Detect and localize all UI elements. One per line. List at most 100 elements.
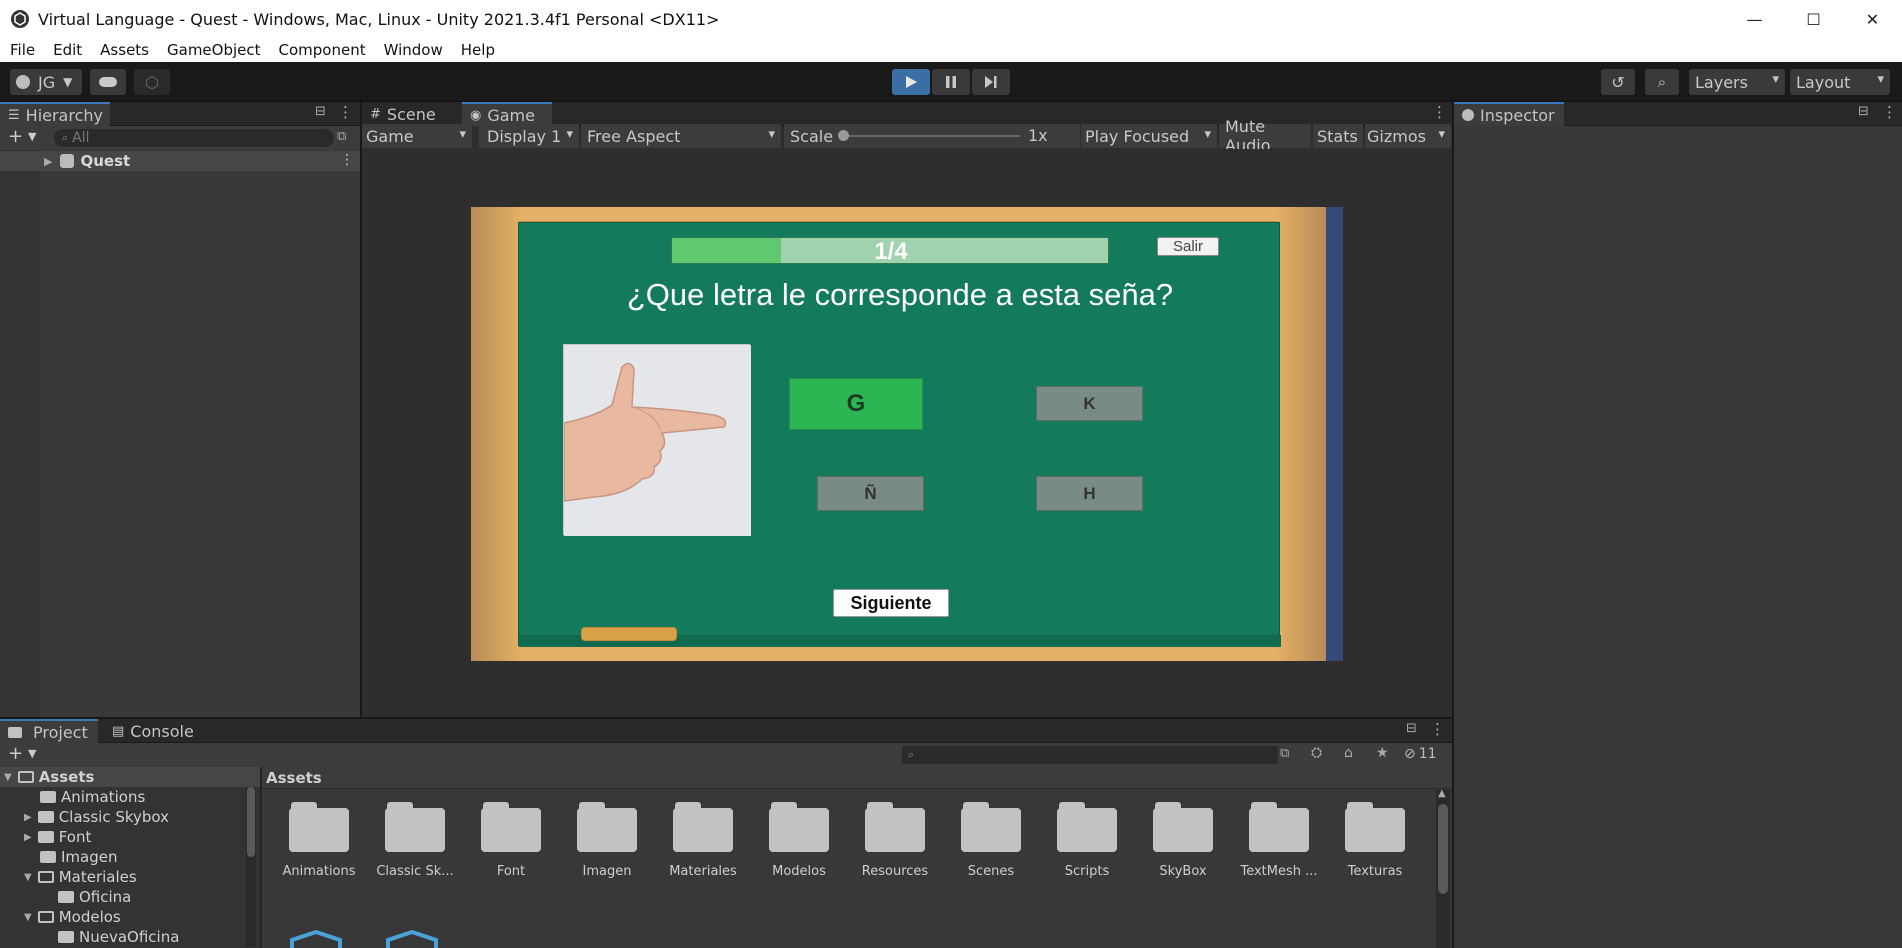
expand-arrow-icon[interactable]: ▼ bbox=[24, 912, 32, 923]
add-icon[interactable]: + bbox=[8, 126, 23, 147]
more-options-icon[interactable]: ⋮ bbox=[1882, 103, 1897, 121]
asset-folder-texturas[interactable]: Texturas bbox=[1335, 802, 1415, 879]
folder-icon bbox=[37, 831, 54, 843]
star-icon[interactable]: ★ bbox=[1376, 745, 1389, 761]
tab-scene[interactable]: # Scene bbox=[362, 102, 457, 126]
tab-game[interactable]: ◉ Game bbox=[462, 102, 552, 126]
maximize-button[interactable]: ☐ bbox=[1784, 0, 1843, 38]
answer-k-button[interactable]: K bbox=[1036, 386, 1143, 421]
answer-n-tilde-button[interactable]: Ñ bbox=[817, 476, 924, 511]
account-dropdown[interactable]: JG ▼ bbox=[10, 69, 82, 95]
tree-scrollbar[interactable] bbox=[246, 787, 256, 947]
asset-folder-materiales[interactable]: Materiales bbox=[663, 802, 743, 879]
menu-assets[interactable]: Assets bbox=[100, 41, 149, 59]
asset-folder-textmesh[interactable]: TextMesh ... bbox=[1239, 802, 1319, 879]
scale-slider[interactable]: Scale 1x bbox=[784, 124, 1080, 148]
chevron-down-icon[interactable]: ▼ bbox=[28, 130, 36, 143]
menu-component[interactable]: Component bbox=[279, 41, 366, 59]
tree-item-imagen[interactable]: Imagen bbox=[40, 847, 117, 867]
asset-grid-scrollbar-thumb[interactable] bbox=[1438, 804, 1448, 894]
more-options-icon[interactable]: ⋮ bbox=[1430, 720, 1445, 738]
tab-console-label: Console bbox=[130, 721, 194, 741]
expand-arrow-icon[interactable]: ▼ bbox=[24, 872, 32, 883]
expand-arrow-icon[interactable]: ▶ bbox=[24, 832, 32, 843]
play-focused-dropdown[interactable]: Play Focused bbox=[1081, 124, 1217, 148]
asset-grid-scrollbar[interactable]: ▲ bbox=[1436, 788, 1450, 948]
lock-icon[interactable]: ⊟ bbox=[315, 104, 326, 119]
label-icon[interactable]: ⌂ bbox=[1344, 745, 1353, 761]
more-options-icon[interactable]: ⋮ bbox=[1432, 103, 1447, 121]
scale-slider-handle[interactable] bbox=[838, 130, 849, 141]
menu-gameobject[interactable]: GameObject bbox=[167, 41, 261, 59]
menu-window[interactable]: Window bbox=[384, 41, 443, 59]
scroll-up-icon[interactable]: ▲ bbox=[1438, 788, 1446, 799]
tree-item-classic-skybox[interactable]: ▶ Classic Skybox bbox=[24, 807, 169, 827]
minimize-button[interactable]: — bbox=[1725, 0, 1784, 38]
layout-dropdown[interactable]: Layout bbox=[1790, 69, 1890, 95]
more-options-icon[interactable]: ⋮ bbox=[338, 103, 353, 121]
expand-arrow-icon[interactable]: ▶ bbox=[24, 812, 32, 823]
step-button[interactable] bbox=[972, 69, 1010, 95]
asset-folder-skybox[interactable]: SkyBox bbox=[1143, 802, 1223, 879]
menu-edit[interactable]: Edit bbox=[53, 41, 82, 59]
hierarchy-search-input[interactable]: ⌕ All bbox=[54, 129, 334, 147]
chevron-down-icon[interactable]: ▼ bbox=[28, 747, 36, 760]
next-button[interactable]: Siguiente bbox=[833, 589, 949, 617]
tree-item-materiales[interactable]: ▼ Materiales bbox=[24, 867, 137, 887]
tree-item-assets[interactable]: ▼ Assets bbox=[0, 767, 260, 787]
tab-console[interactable]: ▤ Console bbox=[104, 719, 204, 743]
tab-inspector[interactable]: Inspector bbox=[1454, 102, 1564, 126]
tab-hierarchy[interactable]: ☰ Hierarchy bbox=[0, 102, 110, 126]
project-search-input[interactable]: ⌕ bbox=[902, 746, 1278, 764]
answer-g-button[interactable]: G bbox=[789, 378, 923, 430]
asset-folder-scenes[interactable]: Scenes bbox=[951, 802, 1031, 879]
breadcrumb-assets[interactable]: Assets bbox=[266, 769, 322, 787]
prefab-asset-icon[interactable] bbox=[286, 930, 346, 948]
cloud-button[interactable] bbox=[90, 69, 126, 95]
search-by-type-icon[interactable]: ⧉ bbox=[1280, 746, 1289, 761]
tree-item-modelos[interactable]: ▼ Modelos bbox=[24, 907, 121, 927]
close-button[interactable]: ✕ bbox=[1843, 0, 1902, 38]
mute-audio-toggle[interactable]: Mute Audio bbox=[1219, 117, 1311, 155]
asset-folder-classic-skybox[interactable]: Classic Sk... bbox=[375, 802, 455, 879]
game-mode-dropdown[interactable]: Game bbox=[362, 124, 472, 148]
expand-arrow-icon[interactable]: ▼ bbox=[4, 772, 12, 783]
tree-item-oficina[interactable]: Oficina bbox=[58, 887, 131, 907]
asset-folder-animations[interactable]: Animations bbox=[279, 802, 359, 879]
filter-type-icon[interactable]: ⛭ bbox=[1311, 745, 1322, 761]
tab-project[interactable]: Project bbox=[0, 719, 98, 743]
tree-item-animations[interactable]: Animations bbox=[40, 787, 145, 807]
hidden-packages-toggle[interactable]: ⊘ 11 bbox=[1404, 746, 1437, 762]
asset-folder-scripts[interactable]: Scripts bbox=[1047, 802, 1127, 879]
hierarchy-item-quest[interactable]: ▶ Quest ⋮ bbox=[0, 151, 360, 171]
lock-icon[interactable]: ⊟ bbox=[1406, 721, 1417, 736]
add-icon[interactable]: + bbox=[8, 743, 23, 764]
answer-h-button[interactable]: H bbox=[1036, 476, 1143, 511]
display-dropdown[interactable]: Display 1 bbox=[479, 124, 579, 148]
aspect-dropdown[interactable]: Free Aspect bbox=[581, 124, 781, 148]
asset-folder-imagen[interactable]: Imagen bbox=[567, 802, 647, 879]
tree-item-nuevaoficina[interactable]: NuevaOficina bbox=[58, 927, 179, 947]
stats-toggle[interactable]: Stats bbox=[1313, 124, 1363, 148]
prefab-asset-icon[interactable] bbox=[382, 930, 442, 948]
gizmos-dropdown[interactable]: Gizmos bbox=[1365, 124, 1451, 148]
play-button[interactable] bbox=[892, 69, 930, 95]
menu-file[interactable]: File bbox=[10, 41, 35, 59]
lock-icon[interactable]: ⊟ bbox=[1858, 104, 1869, 119]
menu-help[interactable]: Help bbox=[461, 41, 495, 59]
history-button[interactable]: ↺ bbox=[1601, 69, 1635, 95]
layers-dropdown[interactable]: Layers bbox=[1689, 69, 1785, 95]
asset-folder-font[interactable]: Font bbox=[471, 802, 551, 879]
more-options-icon[interactable]: ⋮ bbox=[340, 152, 354, 168]
exit-button[interactable]: Salir bbox=[1157, 237, 1219, 256]
tree-scrollbar-thumb[interactable] bbox=[247, 787, 255, 857]
play-focused-label: Play Focused bbox=[1085, 126, 1190, 146]
scene-visibility-icon[interactable]: ⧉ bbox=[337, 129, 346, 144]
pause-button[interactable] bbox=[932, 69, 970, 95]
tree-item-font[interactable]: ▶ Font bbox=[24, 827, 91, 847]
collab-button[interactable]: ⬡ bbox=[134, 69, 170, 95]
search-button[interactable]: ⌕ bbox=[1645, 69, 1679, 95]
asset-folder-resources[interactable]: Resources bbox=[855, 802, 935, 879]
expand-arrow-icon[interactable]: ▶ bbox=[44, 155, 52, 168]
asset-folder-modelos[interactable]: Modelos bbox=[759, 802, 839, 879]
